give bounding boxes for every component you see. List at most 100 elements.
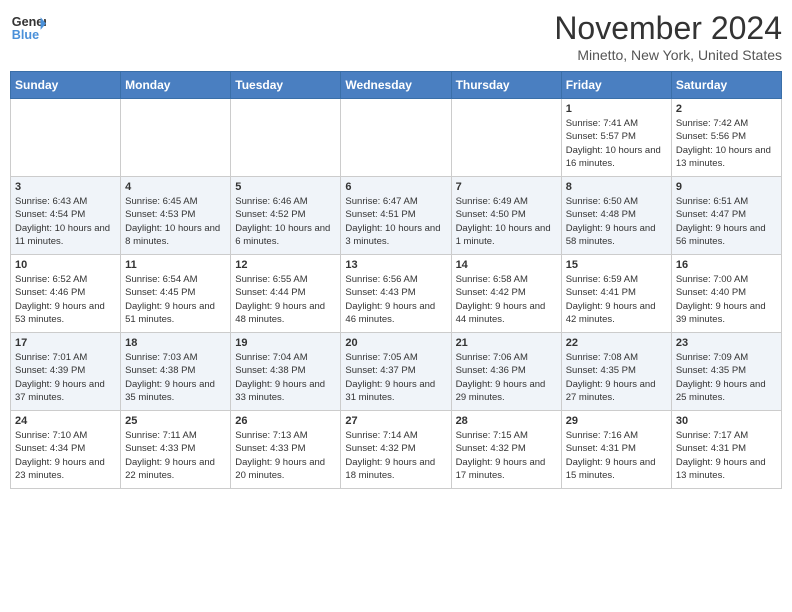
weekday-header: Thursday: [451, 72, 561, 99]
calendar-cell: 5 Sunrise: 6:46 AM Sunset: 4:52 PM Daylig…: [231, 177, 341, 255]
day-number: 22: [566, 337, 667, 349]
calendar-cell: 7 Sunrise: 6:49 AM Sunset: 4:50 PM Daylig…: [451, 177, 561, 255]
day-info: Sunrise: 6:49 AM Sunset: 4:50 PM Dayligh…: [456, 195, 557, 248]
calendar-cell: 23Sunrise: 7:09 AM Sunset: 4:35 PM Dayli…: [671, 333, 781, 411]
day-number: 17: [15, 337, 116, 349]
calendar-cell: 18 Sunrise: 7:03 AM Sunset: 4:38 PM Dayli…: [121, 333, 231, 411]
calendar-cell: 9 Sunrise: 6:51 AM Sunset: 4:47 PM Daylig…: [671, 177, 781, 255]
day-info: Sunrise: 7:03 AM Sunset: 4:38 PM Dayligh…: [125, 351, 226, 404]
day-info: Sunrise: 6:46 AM Sunset: 4:52 PM Dayligh…: [235, 195, 336, 248]
day-number: 5: [235, 181, 336, 193]
day-number: 20: [345, 337, 446, 349]
day-info: Sunrise: 7:13 AM Sunset: 4:33 PM Dayligh…: [235, 429, 336, 482]
day-number: 16: [676, 259, 777, 271]
calendar-cell: [11, 99, 121, 177]
day-info: Sunrise: 7:06 AM Sunset: 4:36 PM Dayligh…: [456, 351, 557, 404]
calendar-cell: 3Sunrise: 6:43 AM Sunset: 4:54 PM Daylig…: [11, 177, 121, 255]
calendar-cell: 21Sunrise: 7:06 AM Sunset: 4:36 PM Dayli…: [451, 333, 561, 411]
calendar-cell: 11 Sunrise: 6:54 AM Sunset: 4:45 PM Dayli…: [121, 255, 231, 333]
day-info: Sunrise: 6:47 AM Sunset: 4:51 PM Dayligh…: [345, 195, 446, 248]
calendar-cell: 26 Sunrise: 7:13 AM Sunset: 4:33 PM Dayli…: [231, 411, 341, 489]
calendar-cell: 6 Sunrise: 6:47 AM Sunset: 4:51 PM Daylig…: [341, 177, 451, 255]
day-number: 15: [566, 259, 667, 271]
day-info: Sunrise: 7:14 AM Sunset: 4:32 PM Dayligh…: [345, 429, 446, 482]
day-number: 4: [125, 181, 226, 193]
calendar-cell: 4 Sunrise: 6:45 AM Sunset: 4:53 PM Daylig…: [121, 177, 231, 255]
day-number: 12: [235, 259, 336, 271]
weekday-header: Friday: [561, 72, 671, 99]
calendar-cell: 8 Sunrise: 6:50 AM Sunset: 4:48 PM Daylig…: [561, 177, 671, 255]
weekday-header: Wednesday: [341, 72, 451, 99]
calendar-cell: [451, 99, 561, 177]
day-number: 27: [345, 415, 446, 427]
day-number: 7: [456, 181, 557, 193]
day-number: 19: [235, 337, 336, 349]
calendar-cell: 20Sunrise: 7:05 AM Sunset: 4:37 PM Dayli…: [341, 333, 451, 411]
calendar-cell: 15 Sunrise: 6:59 AM Sunset: 4:41 PM Dayli…: [561, 255, 671, 333]
weekday-header: Tuesday: [231, 72, 341, 99]
calendar-cell: 30Sunrise: 7:17 AM Sunset: 4:31 PM Dayli…: [671, 411, 781, 489]
day-number: 6: [345, 181, 446, 193]
calendar-cell: 19Sunrise: 7:04 AM Sunset: 4:38 PM Dayli…: [231, 333, 341, 411]
month-title: November 2024: [554, 10, 782, 47]
calendar-cell: [231, 99, 341, 177]
day-number: 11: [125, 259, 226, 271]
day-info: Sunrise: 7:41 AM Sunset: 5:57 PM Dayligh…: [566, 117, 667, 170]
day-number: 24: [15, 415, 116, 427]
location: Minetto, New York, United States: [554, 47, 782, 63]
day-info: Sunrise: 7:16 AM Sunset: 4:31 PM Dayligh…: [566, 429, 667, 482]
day-info: Sunrise: 7:11 AM Sunset: 4:33 PM Dayligh…: [125, 429, 226, 482]
day-number: 23: [676, 337, 777, 349]
calendar-cell: 16 Sunrise: 7:00 AM Sunset: 4:40 PM Dayli…: [671, 255, 781, 333]
day-info: Sunrise: 7:15 AM Sunset: 4:32 PM Dayligh…: [456, 429, 557, 482]
calendar-cell: [121, 99, 231, 177]
calendar-cell: 10Sunrise: 6:52 AM Sunset: 4:46 PM Dayli…: [11, 255, 121, 333]
calendar-table: SundayMondayTuesdayWednesdayThursdayFrid…: [10, 71, 782, 489]
weekday-header: Monday: [121, 72, 231, 99]
day-number: 18: [125, 337, 226, 349]
calendar-cell: 13Sunrise: 6:56 AM Sunset: 4:43 PM Dayli…: [341, 255, 451, 333]
day-info: Sunrise: 7:01 AM Sunset: 4:39 PM Dayligh…: [15, 351, 116, 404]
calendar-week-row: 24Sunrise: 7:10 AM Sunset: 4:34 PM Dayli…: [11, 411, 782, 489]
calendar-week-row: 3Sunrise: 6:43 AM Sunset: 4:54 PM Daylig…: [11, 177, 782, 255]
calendar-week-row: 17 Sunrise: 7:01 AM Sunset: 4:39 PM Dayli…: [11, 333, 782, 411]
calendar-cell: 22Sunrise: 7:08 AM Sunset: 4:35 PM Dayli…: [561, 333, 671, 411]
calendar-cell: 24Sunrise: 7:10 AM Sunset: 4:34 PM Dayli…: [11, 411, 121, 489]
day-number: 1: [566, 103, 667, 115]
calendar-cell: 14 Sunrise: 6:58 AM Sunset: 4:42 PM Dayli…: [451, 255, 561, 333]
title-section: November 2024 Minetto, New York, United …: [554, 10, 782, 63]
day-info: Sunrise: 7:00 AM Sunset: 4:40 PM Dayligh…: [676, 273, 777, 326]
day-number: 28: [456, 415, 557, 427]
logo-icon: General Blue: [10, 10, 46, 46]
calendar-cell: [341, 99, 451, 177]
calendar-cell: 12Sunrise: 6:55 AM Sunset: 4:44 PM Dayli…: [231, 255, 341, 333]
page-header: General Blue November 2024 Minetto, New …: [10, 10, 782, 63]
weekday-header: Sunday: [11, 72, 121, 99]
day-number: 9: [676, 181, 777, 193]
calendar-cell: 2Sunrise: 7:42 AM Sunset: 5:56 PM Daylig…: [671, 99, 781, 177]
day-number: 14: [456, 259, 557, 271]
weekday-header: Saturday: [671, 72, 781, 99]
calendar-cell: 17 Sunrise: 7:01 AM Sunset: 4:39 PM Dayli…: [11, 333, 121, 411]
calendar-cell: 28 Sunrise: 7:15 AM Sunset: 4:32 PM Dayli…: [451, 411, 561, 489]
weekday-header-row: SundayMondayTuesdayWednesdayThursdayFrid…: [11, 72, 782, 99]
day-info: Sunrise: 6:52 AM Sunset: 4:46 PM Dayligh…: [15, 273, 116, 326]
calendar-cell: 29 Sunrise: 7:16 AM Sunset: 4:31 PM Dayli…: [561, 411, 671, 489]
day-number: 3: [15, 181, 116, 193]
calendar-cell: 1 Sunrise: 7:41 AM Sunset: 5:57 PM Daylig…: [561, 99, 671, 177]
day-number: 25: [125, 415, 226, 427]
day-number: 8: [566, 181, 667, 193]
day-info: Sunrise: 6:54 AM Sunset: 4:45 PM Dayligh…: [125, 273, 226, 326]
day-info: Sunrise: 6:59 AM Sunset: 4:41 PM Dayligh…: [566, 273, 667, 326]
day-info: Sunrise: 7:17 AM Sunset: 4:31 PM Dayligh…: [676, 429, 777, 482]
day-number: 29: [566, 415, 667, 427]
calendar-cell: 27 Sunrise: 7:14 AM Sunset: 4:32 PM Dayli…: [341, 411, 451, 489]
day-info: Sunrise: 6:45 AM Sunset: 4:53 PM Dayligh…: [125, 195, 226, 248]
day-number: 26: [235, 415, 336, 427]
day-info: Sunrise: 7:42 AM Sunset: 5:56 PM Dayligh…: [676, 117, 777, 170]
day-info: Sunrise: 6:51 AM Sunset: 4:47 PM Dayligh…: [676, 195, 777, 248]
day-info: Sunrise: 6:58 AM Sunset: 4:42 PM Dayligh…: [456, 273, 557, 326]
day-info: Sunrise: 6:50 AM Sunset: 4:48 PM Dayligh…: [566, 195, 667, 248]
calendar-week-row: 10Sunrise: 6:52 AM Sunset: 4:46 PM Dayli…: [11, 255, 782, 333]
svg-text:Blue: Blue: [12, 28, 39, 42]
